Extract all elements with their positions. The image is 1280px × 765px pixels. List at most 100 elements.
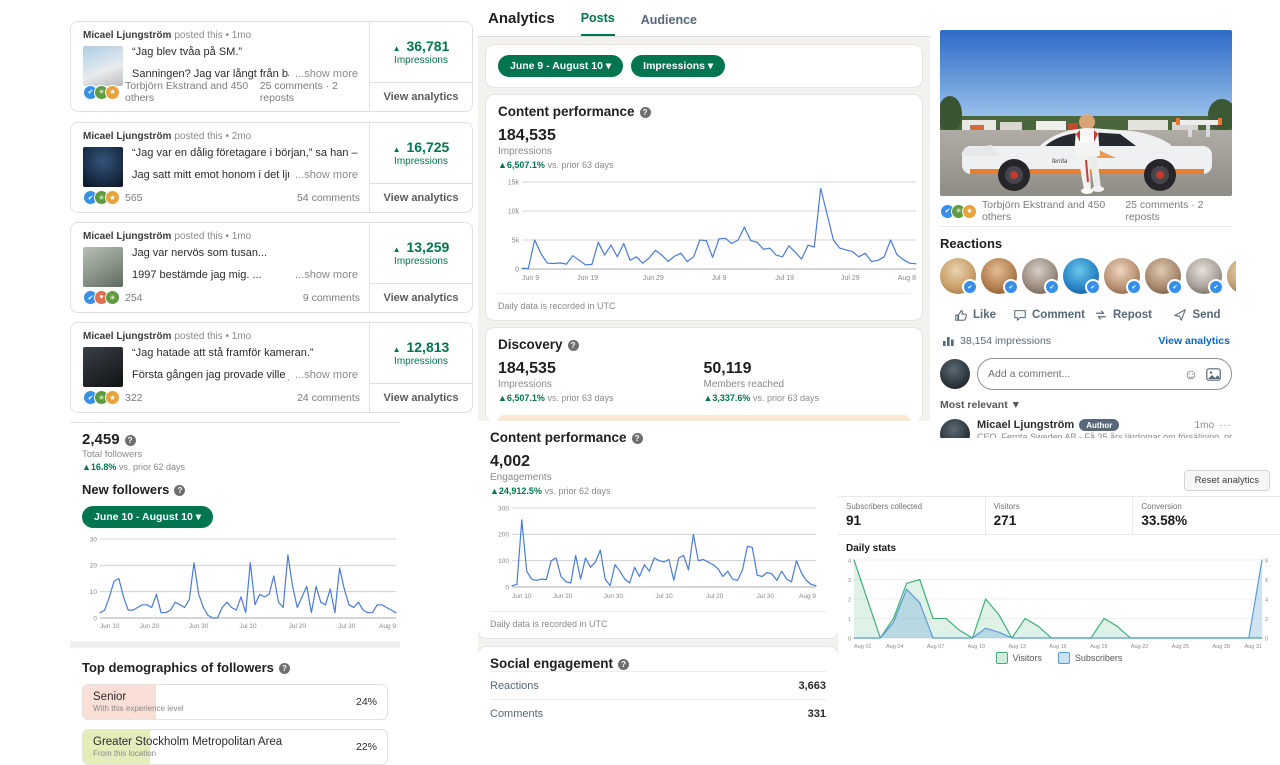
svg-text:300: 300	[498, 505, 509, 512]
view-analytics-button[interactable]: View analytics	[370, 183, 472, 212]
discovery-title: Discovery?	[498, 337, 910, 352]
reaction-icons: ✔ ✳ ★	[83, 390, 120, 405]
svg-text:Aug 13: Aug 13	[1008, 644, 1025, 650]
demographic-sub: From this location	[93, 749, 157, 758]
svg-text:Aug 07: Aug 07	[927, 644, 944, 650]
author-badge: Author	[1079, 419, 1120, 431]
subscribers-collected-stat: Subscribers collected 91	[846, 502, 923, 528]
help-icon[interactable]: ?	[618, 659, 630, 670]
metric-pill[interactable]: Impressions ▾	[631, 55, 726, 77]
engagements-chart: 0 100 200 300 Jun 10 Jun 20 Jun 30 Jul 10 Jul 20…	[498, 505, 817, 600]
reactor-avatar[interactable]: ✔	[1063, 258, 1101, 295]
help-icon[interactable]: ?	[174, 485, 186, 496]
like-button[interactable]: Like	[938, 308, 1012, 322]
svg-text:10: 10	[90, 589, 98, 596]
demographics-title: Top demographics of followers?	[82, 660, 388, 675]
reactor-avatar[interactable]: ✔	[1186, 258, 1224, 295]
visitors-legend-swatch	[995, 652, 1008, 664]
social-proof-text[interactable]: Torbjörn Ekstrand and 450 others	[982, 199, 1125, 223]
engagements-total-label: Engagements	[490, 472, 552, 483]
reactor-avatar[interactable]: ✔	[1145, 258, 1183, 295]
social-proof-text[interactable]: Torbjörn Ekstrand and 450 others	[125, 80, 260, 104]
tab-posts[interactable]: Posts	[580, 11, 615, 36]
comment-repost-counts[interactable]: 25 comments · 2 reposts	[260, 80, 360, 104]
post-author: Micael Ljungström	[83, 231, 172, 242]
post-row-3[interactable]: Micael Ljungström posted this • 1mo Jag v…	[70, 222, 473, 313]
send-plane-icon	[1174, 309, 1187, 321]
comment-repost-counts[interactable]: 25 comments · 2 reposts	[1125, 199, 1232, 223]
social-proof-text[interactable]: 322	[125, 392, 143, 404]
view-analytics-button[interactable]: View analytics	[370, 383, 472, 412]
analytics-page: Analytics Posts Audience June 9 - August…	[478, 0, 930, 421]
show-more-link[interactable]: ...show more	[295, 369, 358, 382]
repost-button[interactable]: Repost	[1086, 308, 1160, 322]
reaction-icons: ✔ ♥ ✳	[83, 290, 120, 305]
commenter-name[interactable]: Micael Ljungström	[977, 419, 1074, 431]
daily-stats-chart: 0 1 2 3 4 0 2 4 6 8 Aug 01 Aug 04 Aug 07 Aug 10 Aug 13…	[848, 558, 1268, 650]
like-badge-icon: ✔	[1044, 279, 1060, 295]
content-performance-card: Content performance? 184,535 Impressions…	[486, 95, 922, 320]
view-analytics-link[interactable]: View analytics	[1158, 335, 1230, 347]
up-arrow-icon: ▲	[392, 245, 401, 254]
like-badge-icon: ✔	[1085, 279, 1101, 295]
comment-repost-counts[interactable]: 54 comments	[297, 192, 360, 204]
followers-panel: 2,459? Total followers ▲16.8% vs. prior …	[70, 422, 400, 765]
bar-chart-icon	[943, 337, 954, 346]
svg-text:Jun 9: Jun 9	[522, 275, 539, 282]
reactor-avatar[interactable]: ✔	[1104, 258, 1142, 295]
post-photo[interactable]: ferrita	[940, 30, 1232, 196]
date-range-pill[interactable]: June 10 - August 10 ▾	[82, 506, 213, 528]
post-row-4[interactable]: Micael Ljungström posted this • 1mo “Jag …	[70, 322, 473, 413]
send-button[interactable]: Send	[1160, 308, 1234, 322]
show-more-link[interactable]: ...show more	[295, 169, 358, 182]
post-row-2[interactable]: Micael Ljungström posted this • 2mo “Jag …	[70, 122, 473, 213]
reactor-avatar[interactable]: ✔	[940, 258, 978, 295]
svg-text:Aug 25: Aug 25	[1172, 644, 1189, 650]
view-analytics-button[interactable]: View analytics	[370, 283, 472, 312]
like-badge-icon: ✔	[1003, 279, 1019, 295]
impressions-chart: 0 5k 10k 15k Jun 9 Jun 19 Jun 29 Jul 9 Jul 19 Jul…	[508, 179, 917, 282]
help-icon[interactable]: ?	[567, 340, 579, 351]
image-icon[interactable]	[1206, 367, 1221, 381]
emoji-icon[interactable]: ☺	[1184, 366, 1198, 382]
comment-compose-row: Add a comment... ☺	[940, 358, 1232, 390]
tab-audience[interactable]: Audience	[641, 13, 697, 36]
commenter-avatar[interactable]	[940, 419, 970, 438]
help-icon[interactable]: ?	[278, 663, 290, 674]
help-icon[interactable]: ?	[631, 433, 643, 444]
social-proof-text[interactable]: 254	[125, 292, 143, 304]
post-author: Micael Ljungström	[83, 331, 172, 342]
impressions-total-label: Impressions	[498, 146, 552, 157]
car-logo-text: ferrita	[1052, 159, 1068, 165]
svg-text:Aug 9: Aug 9	[379, 623, 396, 630]
help-icon[interactable]: ?	[124, 435, 136, 446]
reactor-avatar[interactable]: ✳	[1227, 258, 1236, 294]
comment-button[interactable]: Comment	[1012, 308, 1086, 322]
svg-text:0: 0	[1265, 636, 1268, 642]
comment-sort-selector[interactable]: Most relevant ▼	[940, 399, 1232, 411]
svg-text:4: 4	[1265, 597, 1268, 603]
reset-analytics-button[interactable]: Reset analytics	[1183, 470, 1270, 491]
post-meta: posted this • 1mo	[174, 30, 252, 41]
post-row-1[interactable]: Micael Ljungström posted this • 1mo “Jag …	[70, 21, 473, 112]
social-engagement-card: Social engagement? Reactions 3,663 Commen…	[478, 647, 838, 720]
social-proof-text[interactable]: 565	[125, 192, 143, 204]
help-icon[interactable]: ?	[639, 107, 651, 118]
comment-input[interactable]: Add a comment... ☺	[977, 358, 1232, 390]
svg-text:10k: 10k	[508, 208, 520, 215]
date-range-pill[interactable]: June 9 - August 10 ▾	[498, 55, 624, 77]
total-followers-label: Total followers	[82, 449, 143, 460]
comment-repost-counts[interactable]: 9 comments	[303, 292, 360, 304]
daily-stats-title: Daily stats	[846, 543, 897, 554]
reactor-avatars: ✔ ✔ ✔ ✔ ✔ ✔ ✔ ✳ ···	[940, 258, 1236, 296]
comment-menu-icon[interactable]: ···	[1219, 420, 1232, 431]
impressions-total: 184,535	[498, 127, 556, 144]
svg-text:Aug 31: Aug 31	[1245, 644, 1262, 650]
reaction-icons: ✔ ✳ ★	[83, 190, 120, 205]
reactor-avatar[interactable]: ✔	[1022, 258, 1060, 295]
svg-text:Jun 29: Jun 29	[643, 275, 664, 282]
reactor-avatar[interactable]: ✔	[981, 258, 1019, 295]
comment-repost-counts[interactable]: 24 comments	[297, 392, 360, 404]
view-analytics-button[interactable]: View analytics	[370, 82, 472, 111]
show-more-link[interactable]: ...show more	[295, 269, 358, 282]
